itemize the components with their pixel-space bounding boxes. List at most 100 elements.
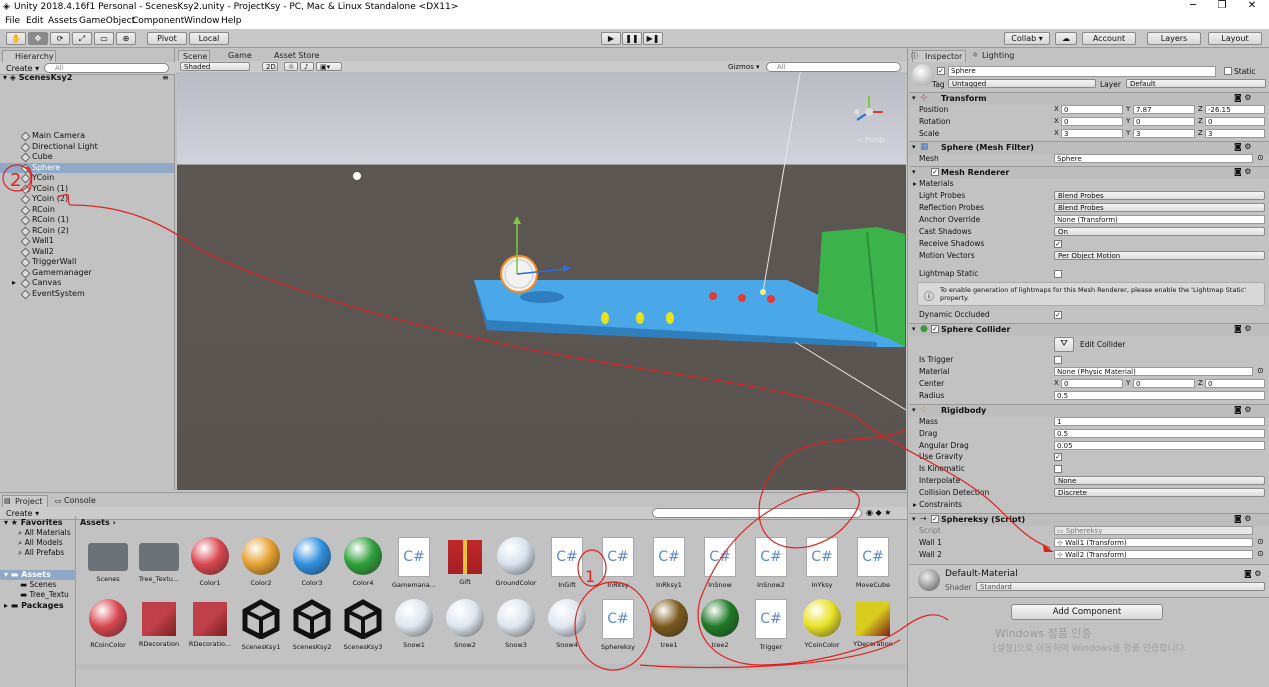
hierarchy-search-input[interactable]: All bbox=[44, 63, 169, 73]
lighting-toggle-icon[interactable]: ☼ bbox=[284, 62, 298, 71]
mesh-renderer-field[interactable]: None (Transform) bbox=[1054, 215, 1265, 224]
pause-button[interactable]: ❚❚ bbox=[622, 32, 642, 45]
asset-item[interactable]: Color4 bbox=[337, 537, 389, 587]
mesh-renderer-help-icon[interactable]: ◙ ⚙ bbox=[1234, 167, 1251, 176]
mesh-filter-help-icon[interactable]: ◙ ⚙ bbox=[1234, 142, 1251, 151]
asset-item[interactable]: tree2 bbox=[694, 599, 746, 649]
asset-item[interactable]: Snow3 bbox=[490, 599, 542, 649]
asset-item[interactable]: C# InGift bbox=[541, 537, 593, 589]
asset-item[interactable]: ScenesKsy2 bbox=[286, 599, 338, 651]
hierarchy-item[interactable]: Sphere bbox=[0, 162, 174, 173]
menu-file[interactable]: File bbox=[5, 16, 20, 26]
asset-item[interactable]: C# MoveCube bbox=[847, 537, 899, 589]
asset-item[interactable]: ScenesKsy3 bbox=[337, 599, 389, 651]
lightmap-static-checkbox[interactable] bbox=[1054, 270, 1062, 278]
add-component-button[interactable]: Add Component bbox=[1011, 604, 1163, 620]
asset-item[interactable]: ScenesKsy1 bbox=[235, 599, 287, 651]
mesh-renderer-checkbox[interactable]: ✓ bbox=[1054, 240, 1062, 248]
audio-toggle-icon[interactable]: ♪ bbox=[300, 62, 314, 71]
rotate-tool-icon[interactable]: ⟳ bbox=[50, 32, 70, 45]
asset-item[interactable]: C# InRksy bbox=[592, 537, 644, 589]
asset-item[interactable]: RDecoratio... bbox=[184, 599, 236, 648]
sphere-collider-header[interactable]: Sphere Collider bbox=[909, 323, 1269, 336]
tab-inspector[interactable]: Inspector bbox=[912, 50, 966, 62]
favorite-all-models[interactable]: ⌕ All Models bbox=[18, 538, 63, 548]
step-button[interactable]: ▶❚ bbox=[643, 32, 663, 45]
mesh-renderer-enabled-checkbox[interactable]: ✓ bbox=[931, 168, 939, 176]
static-checkbox[interactable] bbox=[1224, 67, 1232, 75]
mesh-field[interactable]: Sphere bbox=[1054, 154, 1253, 163]
position-z-field[interactable]: -26.15 bbox=[1205, 105, 1265, 114]
interpolate-dropdown[interactable]: None bbox=[1054, 476, 1265, 485]
center-z-field[interactable]: 0 bbox=[1205, 379, 1265, 388]
constraints-row[interactable]: ▸ Constraints bbox=[911, 499, 1267, 510]
hierarchy-item[interactable]: Gamemanager bbox=[0, 268, 174, 279]
asset-item[interactable]: Color2 bbox=[235, 537, 287, 587]
wall2-picker-icon[interactable]: ⊙ bbox=[1257, 549, 1264, 558]
scale-tool-icon[interactable]: ⤢ bbox=[72, 32, 92, 45]
hierarchy-item[interactable]: Directional Light bbox=[0, 142, 174, 153]
script-enabled-checkbox[interactable]: ✓ bbox=[931, 515, 939, 523]
gizmos-dropdown[interactable]: Gizmos ▾ bbox=[728, 63, 760, 71]
layout-dropdown[interactable]: Layout bbox=[1208, 32, 1262, 45]
scenes-folder[interactable]: ▬ Scenes bbox=[20, 580, 56, 590]
hand-tool-icon[interactable]: ✋ bbox=[6, 32, 26, 45]
asset-item[interactable]: C# Trigger bbox=[745, 599, 797, 651]
shading-mode-dropdown[interactable]: Shaded bbox=[180, 62, 250, 71]
perspective-label[interactable]: < Persp bbox=[857, 136, 884, 144]
account-dropdown[interactable]: Account bbox=[1082, 32, 1136, 45]
asset-item[interactable]: Tree_Textu... bbox=[133, 537, 185, 583]
asset-item[interactable]: Snow1 bbox=[388, 599, 440, 649]
hierarchy-create-button[interactable]: Create ▾ bbox=[6, 64, 39, 73]
rotation-y-field[interactable]: 0 bbox=[1133, 117, 1195, 126]
is-kinematic-checkbox[interactable] bbox=[1054, 465, 1062, 473]
move-tool-icon[interactable]: ✥ bbox=[28, 32, 48, 45]
minimize-button[interactable]: ─ bbox=[1178, 0, 1208, 11]
favorites-folder[interactable]: ▾ ★ Favorites bbox=[4, 518, 63, 528]
hierarchy-item[interactable]: YCoin bbox=[0, 173, 174, 184]
drag-field[interactable]: 0.5 bbox=[1054, 429, 1265, 438]
mesh-renderer-foldout-icon[interactable]: ▾ bbox=[912, 168, 916, 176]
scale-z-field[interactable]: 3 bbox=[1205, 129, 1265, 138]
asset-item[interactable]: GroundColor bbox=[490, 537, 542, 587]
rotation-x-field[interactable]: 0 bbox=[1061, 117, 1123, 126]
hierarchy-item[interactable]: RCoin bbox=[0, 205, 174, 216]
asset-item[interactable]: C# InYksy bbox=[796, 537, 848, 589]
hierarchy-item[interactable]: Cube bbox=[0, 152, 174, 163]
scene-search-input[interactable]: All bbox=[766, 62, 901, 72]
asset-item[interactable]: YDecoration bbox=[847, 599, 899, 648]
wall1-field[interactable]: ⊹ Wall1 (Transform) bbox=[1054, 538, 1253, 547]
canvas-foldout-icon[interactable]: ▸ bbox=[12, 278, 16, 288]
scene-viewport[interactable]: < Persp bbox=[177, 72, 906, 490]
asset-item[interactable]: RCoinColor bbox=[82, 599, 134, 649]
scale-y-field[interactable]: 3 bbox=[1133, 129, 1195, 138]
active-checkbox[interactable]: ✓ bbox=[937, 67, 945, 75]
hierarchy-item[interactable]: YCoin (2) bbox=[0, 194, 174, 205]
layers-dropdown[interactable]: Layers bbox=[1147, 32, 1201, 45]
asset-item[interactable]: C# InSnow2 bbox=[745, 537, 797, 589]
menu-component[interactable]: Component bbox=[132, 16, 184, 26]
tag-dropdown[interactable]: Untagged bbox=[948, 79, 1096, 88]
hierarchy-item[interactable]: YCoin (1) bbox=[0, 184, 174, 195]
favorite-all-prefabs[interactable]: ⌕ All Prefabs bbox=[18, 548, 64, 558]
asset-item[interactable]: YCoinColor bbox=[796, 599, 848, 649]
scale-x-field[interactable]: 3 bbox=[1061, 129, 1123, 138]
rigidbody-foldout-icon[interactable]: ▾ bbox=[912, 406, 916, 414]
project-search-input[interactable] bbox=[652, 508, 862, 518]
asset-item[interactable]: C# Gamemana... bbox=[388, 537, 440, 589]
wall2-field[interactable]: ⊹ Wall2 (Transform) bbox=[1054, 550, 1253, 559]
tab-hierarchy[interactable]: Hierarchy bbox=[2, 50, 56, 62]
orientation-gizmo-icon[interactable] bbox=[849, 92, 889, 136]
mesh-renderer-dropdown[interactable]: Per Object Motion bbox=[1054, 251, 1265, 260]
menu-help[interactable]: Help bbox=[221, 16, 242, 26]
asset-item[interactable]: C# InSnow bbox=[694, 537, 746, 589]
pivot-toggle[interactable]: Pivot bbox=[147, 32, 187, 45]
hierarchy-item[interactable]: Main Camera bbox=[0, 131, 174, 142]
menu-assets[interactable]: Assets bbox=[48, 16, 77, 26]
rigidbody-help-icon[interactable]: ◙ ⚙ bbox=[1234, 405, 1251, 414]
asset-item[interactable]: Snow2 bbox=[439, 599, 491, 649]
rect-tool-icon[interactable]: ▭ bbox=[94, 32, 114, 45]
project-scrollbar[interactable] bbox=[76, 664, 907, 670]
mesh-renderer-dropdown[interactable]: On bbox=[1054, 227, 1265, 236]
menu-gameobject[interactable]: GameObject bbox=[79, 16, 135, 26]
